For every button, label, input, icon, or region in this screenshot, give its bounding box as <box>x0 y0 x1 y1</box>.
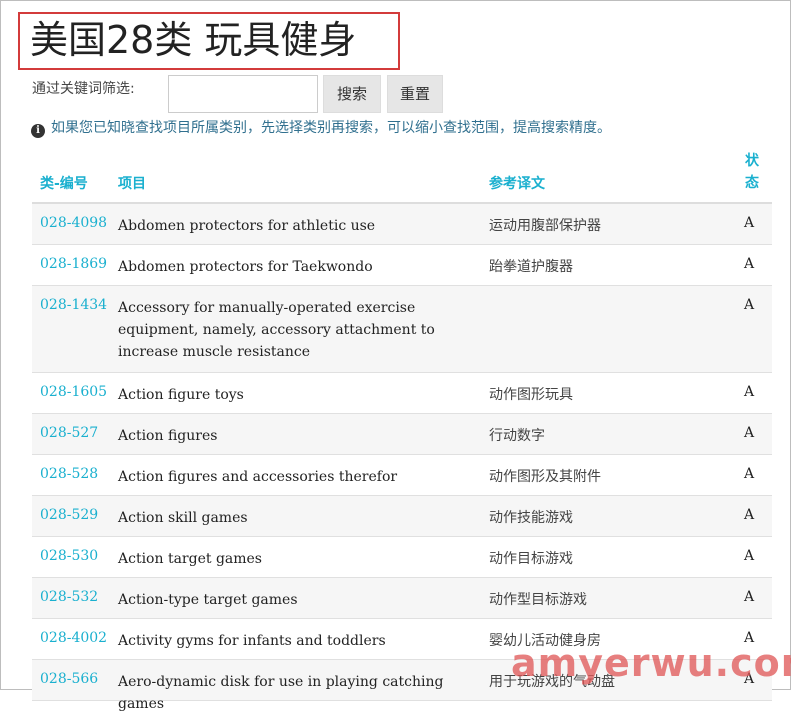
table-row: 028-1605 Action figure toys 动作图形玩具 A <box>32 373 772 414</box>
row-item: Abdomen protectors for athletic use <box>118 218 376 234</box>
row-status: A <box>744 589 755 605</box>
header-item[interactable]: 项目 <box>118 173 146 193</box>
row-item: Aero-dynamic disk for use in playing cat… <box>118 674 444 712</box>
row-translation: 动作型目标游戏 <box>489 592 587 608</box>
row-status: A <box>744 425 755 441</box>
table-row: 028-1434 Accessory for manually-operated … <box>32 286 772 373</box>
row-item: Action figures <box>118 428 218 444</box>
table-row: 028-529 Action skill games 动作技能游戏 A <box>32 496 772 537</box>
row-code-link[interactable]: 028-1605 <box>40 384 107 400</box>
row-translation: 动作技能游戏 <box>489 510 573 526</box>
table-row: 028-527 Action figures 行动数字 A <box>32 414 772 455</box>
row-status: A <box>744 507 755 523</box>
row-translation: 动作目标游戏 <box>489 551 573 567</box>
row-translation: 运动用腹部保护器 <box>489 218 601 234</box>
reset-button[interactable]: 重置 <box>387 75 443 113</box>
row-code-link[interactable]: 028-1869 <box>40 256 107 272</box>
keyword-filter-input[interactable] <box>168 75 318 113</box>
row-item: Action target games <box>118 551 262 567</box>
search-button[interactable]: 搜索 <box>323 75 381 113</box>
row-code-link[interactable]: 028-4098 <box>40 215 107 231</box>
row-status: A <box>744 256 755 272</box>
table-row: 028-528 Action figures and accessories th… <box>32 455 772 496</box>
table-row: 028-4098 Abdomen protectors for athletic … <box>32 204 772 245</box>
header-translation[interactable]: 参考译文 <box>489 173 545 193</box>
row-translation: 跆拳道护腹器 <box>489 259 573 275</box>
row-code-link[interactable]: 028-566 <box>40 671 98 687</box>
row-item: Activity gyms for infants and toddlers <box>118 633 386 649</box>
row-status: A <box>744 384 755 400</box>
row-code-link[interactable]: 028-527 <box>40 425 98 441</box>
results-table: 类-编号 项目 参考译文 状态 028-4098 Abdomen protecto… <box>32 146 772 712</box>
row-code-link[interactable]: 028-528 <box>40 466 98 482</box>
row-code-link[interactable]: 028-1434 <box>40 297 107 313</box>
header-status[interactable]: 状态 <box>745 150 761 194</box>
search-hint: i 如果您已知晓查找项目所属类别，先选择类别再搜索，可以缩小查找范围，提高搜索精度… <box>31 117 611 138</box>
row-code-link[interactable]: 028-530 <box>40 548 98 564</box>
table-header: 类-编号 项目 参考译文 状态 <box>32 146 772 204</box>
header-code[interactable]: 类-编号 <box>40 173 88 193</box>
row-item: Action figures and accessories therefor <box>118 469 398 485</box>
row-translation: 行动数字 <box>489 428 545 444</box>
row-status: A <box>744 215 755 231</box>
search-hint-text: 如果您已知晓查找项目所属类别，先选择类别再搜索，可以缩小查找范围，提高搜索精度。 <box>51 120 611 136</box>
watermark: amyerwu.com <box>511 641 791 685</box>
row-status: A <box>744 297 755 313</box>
row-translation: 动作图形及其附件 <box>489 469 601 485</box>
table-row: 028-1869 Abdomen protectors for Taekwondo… <box>32 245 772 286</box>
row-item: Abdomen protectors for Taekwondo <box>118 259 373 275</box>
row-code-link[interactable]: 028-532 <box>40 589 98 605</box>
row-item: Action figure toys <box>118 387 244 403</box>
row-translation: 动作图形玩具 <box>489 387 573 403</box>
row-status: A <box>744 466 755 482</box>
filter-label: 通过关键词筛选: <box>32 81 135 97</box>
row-item: Action skill games <box>118 510 248 526</box>
row-item: Accessory for manually-operated exercise… <box>118 300 435 360</box>
row-item: Action-type target games <box>118 592 298 608</box>
table-row: 028-532 Action-type target games 动作型目标游戏 A <box>32 578 772 619</box>
table-row: 028-530 Action target games 动作目标游戏 A <box>32 537 772 578</box>
info-icon: i <box>31 124 45 138</box>
row-status: A <box>744 548 755 564</box>
row-code-link[interactable]: 028-529 <box>40 507 98 523</box>
page-title: 美国28类 玩具健身 <box>30 18 357 62</box>
row-code-link[interactable]: 028-4002 <box>40 630 107 646</box>
table-body: 028-4098 Abdomen protectors for athletic … <box>32 204 772 712</box>
